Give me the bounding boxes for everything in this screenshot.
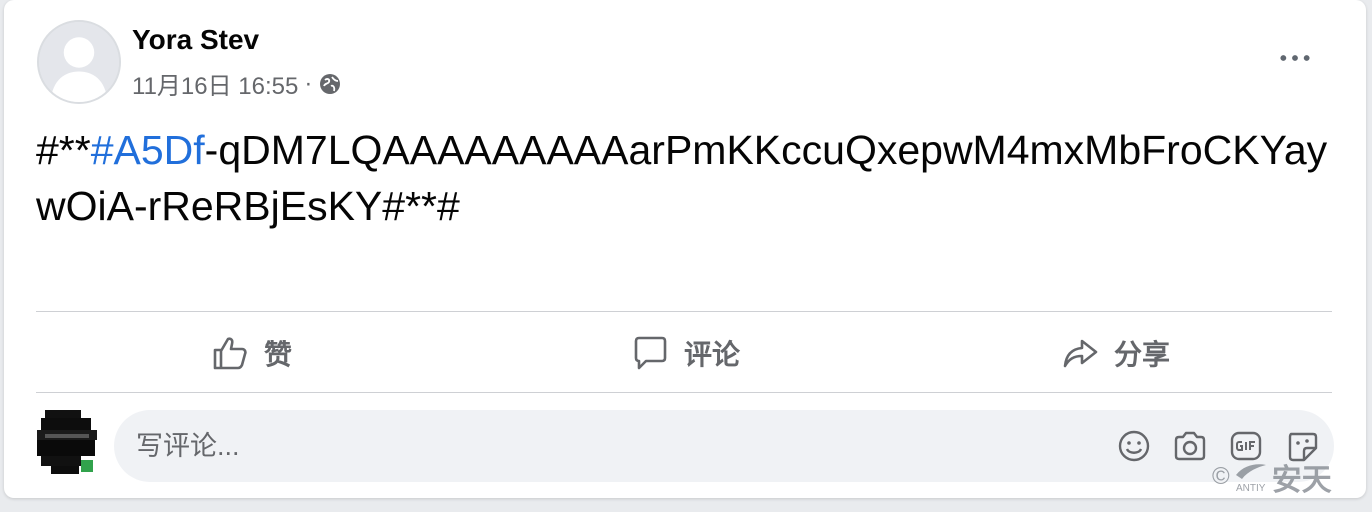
- post-text-prefix: #**: [36, 127, 91, 173]
- author-name[interactable]: Yora Stev: [132, 24, 259, 56]
- post-timestamp[interactable]: 11月16日 16:55: [132, 66, 298, 101]
- copyright-symbol: ©: [1212, 463, 1230, 490]
- antiy-logo: ANTIY: [1234, 461, 1268, 494]
- divider-bottom: [36, 392, 1332, 393]
- comment-input[interactable]: [136, 430, 1076, 462]
- comment-label: 评论: [684, 339, 741, 370]
- emoji-icon[interactable]: [1116, 428, 1152, 464]
- post-card: Yora Stev 11月16日 16:55 · #**#A5Df-qDM7LQ…: [4, 0, 1366, 498]
- current-user-avatar[interactable]: [37, 410, 101, 474]
- antiy-logo-icon: [1235, 463, 1266, 479]
- watermark: © ANTIY 安天: [1212, 455, 1332, 499]
- like-label: 赞: [264, 339, 293, 370]
- share-label: 分享: [1114, 339, 1171, 370]
- globe-icon[interactable]: [318, 72, 342, 96]
- comment-composer: [114, 410, 1334, 482]
- post-body: #**#A5Df-qDM7LQAAAAAAAAAarPmKKccuQxepwM4…: [36, 122, 1336, 234]
- divider-top: [36, 311, 1332, 312]
- like-button[interactable]: 赞: [210, 325, 292, 381]
- post-meta: 11月16日 16:55 ·: [132, 66, 342, 101]
- comment-button[interactable]: 评论: [630, 325, 740, 381]
- thumbs-up-icon: [213, 337, 247, 370]
- speech-bubble-icon: [634, 336, 667, 370]
- watermark-brand: 安天: [1271, 464, 1332, 497]
- meta-separator: ·: [304, 69, 313, 97]
- share-arrow-icon: [1063, 339, 1098, 368]
- share-button[interactable]: 分享: [1060, 325, 1170, 381]
- post-text-rest: -qDM7LQAAAAAAAAAarPmKKccuQxepwM4mxMbFroC…: [36, 127, 1328, 229]
- camera-icon[interactable]: [1172, 428, 1208, 464]
- more-options-button[interactable]: [1275, 46, 1315, 70]
- hashtag-link[interactable]: #A5Df: [91, 127, 205, 173]
- author-avatar[interactable]: [37, 20, 121, 104]
- default-avatar-icon: [39, 22, 119, 102]
- ellipsis-icon: [1280, 55, 1310, 61]
